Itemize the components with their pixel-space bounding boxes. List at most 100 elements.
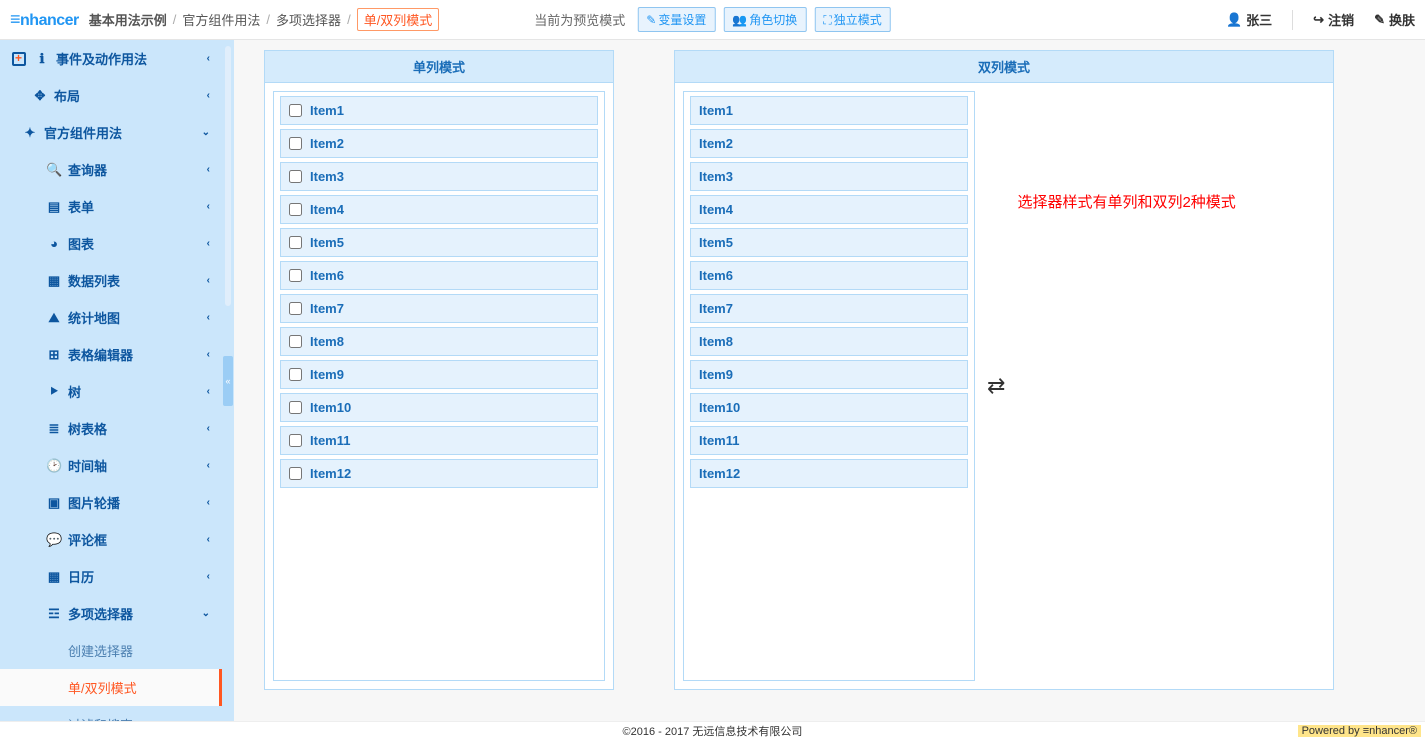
sidebar-item-comment[interactable]: 💬评论框‹ xyxy=(0,521,222,558)
multi-icon: ☲ xyxy=(46,606,62,622)
sidebar-sub-filter[interactable]: 过滤和搜索 xyxy=(0,706,222,721)
logo: ≡nhancer xyxy=(10,9,79,30)
list-item[interactable]: Item12 xyxy=(690,459,968,488)
sidebar-item-clock[interactable]: 🕑时间轴‹ xyxy=(0,447,222,484)
search-icon: 🔍 xyxy=(46,162,62,178)
item-checkbox[interactable] xyxy=(289,137,302,150)
list-item[interactable]: Item10 xyxy=(690,393,968,422)
chart-icon: ◕ xyxy=(46,236,62,251)
sidebar-item-treegrid[interactable]: ≣树表格‹ xyxy=(0,410,222,447)
sidebar-item-chart[interactable]: ◕图表‹ xyxy=(0,225,222,262)
list-item[interactable]: Item9 xyxy=(280,360,598,389)
item-checkbox[interactable] xyxy=(289,302,302,315)
sidebar-item-form[interactable]: ▤表单‹ xyxy=(0,188,222,225)
list-item[interactable]: Item12 xyxy=(280,459,598,488)
clock-icon: 🕑 xyxy=(46,458,62,474)
list-item[interactable]: Item1 xyxy=(690,96,968,125)
signout-icon: ↪ xyxy=(1313,12,1324,28)
swap-icon[interactable]: ⇄ xyxy=(987,373,1005,399)
sidebar-item-official[interactable]: ✦官方组件用法⌄ xyxy=(0,114,222,151)
sidebar-item-tree[interactable]: ⯈树‹ xyxy=(0,373,222,410)
list-item[interactable]: Item10 xyxy=(280,393,598,422)
list-item[interactable]: Item4 xyxy=(690,195,968,224)
item-checkbox[interactable] xyxy=(289,467,302,480)
list-item[interactable]: Item6 xyxy=(690,261,968,290)
collapse-handle[interactable]: « xyxy=(223,356,233,406)
footer: ©2016 - 2017 无远信息技术有限公司 Powered by ≡nhan… xyxy=(0,721,1425,739)
sidebar-item-list[interactable]: ▦数据列表‹ xyxy=(0,262,222,299)
item-checkbox[interactable] xyxy=(289,401,302,414)
sidebar: ℹ事件及动作用法‹ ✥布局‹ ✦官方组件用法⌄ 🔍查询器‹▤表单‹◕图表‹▦数据… xyxy=(0,40,222,721)
sidebar-sub-mode[interactable]: 单/双列模式 xyxy=(0,669,222,706)
chevron-left-icon: ‹ xyxy=(207,90,210,101)
info-icon: ℹ xyxy=(34,51,50,67)
magic-icon: ✎ xyxy=(1374,12,1385,28)
tree-icon: ⯈ xyxy=(46,384,62,400)
item-checkbox[interactable] xyxy=(289,236,302,249)
item-checkbox[interactable] xyxy=(289,335,302,348)
item-checkbox[interactable] xyxy=(289,368,302,381)
list-item[interactable]: Item2 xyxy=(690,129,968,158)
panel-header: 单列模式 xyxy=(265,51,613,83)
sidebar-item-layout[interactable]: ✥布局‹ xyxy=(0,77,222,114)
list-item[interactable]: Item8 xyxy=(690,327,968,356)
sidebar-item-grid[interactable]: ⊞表格编辑器‹ xyxy=(0,336,222,373)
list-item[interactable]: Item3 xyxy=(690,162,968,191)
fullscreen-icon: ⛶ xyxy=(823,13,831,27)
list-item[interactable]: Item7 xyxy=(690,294,968,323)
breadcrumb-l1[interactable]: 官方组件用法 xyxy=(182,10,260,29)
list-item[interactable]: Item9 xyxy=(690,360,968,389)
sidebar-item-events[interactable]: ℹ事件及动作用法‹ xyxy=(0,40,222,77)
splitter[interactable]: « xyxy=(222,40,234,721)
list-item[interactable]: Item5 xyxy=(690,228,968,257)
user-menu[interactable]: 👤张三 xyxy=(1226,10,1272,29)
list-item[interactable]: Item2 xyxy=(280,129,598,158)
double-column-panel: 双列模式 Item1 Item2 Item3 Item4 Item5 Item6 Item7… xyxy=(674,50,1334,690)
pencil-icon: ✎ xyxy=(646,13,656,27)
item-checkbox[interactable] xyxy=(289,104,302,117)
list-item[interactable]: Item3 xyxy=(280,162,598,191)
panel-header: 双列模式 xyxy=(675,51,1333,83)
chevron-left-icon: ‹ xyxy=(207,53,210,64)
variable-settings-button[interactable]: ✎变量设置 xyxy=(637,7,715,32)
single-listbox[interactable]: Item1 Item2 Item3 Item4 Item5 Item6 Item7 Item8… xyxy=(273,91,605,681)
list-item[interactable]: Item1 xyxy=(280,96,598,125)
double-listbox-left[interactable]: Item1 Item2 Item3 Item4 Item5 Item6 Item7 Item8… xyxy=(683,91,975,681)
breadcrumb: 基本用法示例 / 官方组件用法 / 多项选择器 / 单/双列模式 xyxy=(89,8,440,31)
poweredby-badge: Powered by ≡nhancer® xyxy=(1298,725,1421,737)
sidebar-item-multi[interactable]: ☲多项选择器⌄ xyxy=(0,595,222,632)
list-item[interactable]: Item6 xyxy=(280,261,598,290)
sidebar-item-map[interactable]: ⛰统计地图‹ xyxy=(0,299,222,336)
list-item[interactable]: Item8 xyxy=(280,327,598,356)
sidebar-item-search[interactable]: 🔍查询器‹ xyxy=(0,151,222,188)
item-checkbox[interactable] xyxy=(289,269,302,282)
group-icon: 👥 xyxy=(732,13,747,27)
skin-button[interactable]: ✎换肤 xyxy=(1374,10,1415,29)
item-checkbox[interactable] xyxy=(289,203,302,216)
list-item[interactable]: Item7 xyxy=(280,294,598,323)
list-item[interactable]: Item11 xyxy=(280,426,598,455)
sidebar-item-calendar[interactable]: ▦日历‹ xyxy=(0,558,222,595)
item-checkbox[interactable] xyxy=(289,434,302,447)
list-item[interactable]: Item5 xyxy=(280,228,598,257)
item-checkbox[interactable] xyxy=(289,170,302,183)
move-icon: ✥ xyxy=(32,88,48,104)
role-switch-button[interactable]: 👥角色切换 xyxy=(723,7,806,32)
sidebar-sub-create[interactable]: 创建选择器 xyxy=(0,632,222,669)
chevron-down-icon: ⌄ xyxy=(202,127,210,138)
sidebar-item-gallery[interactable]: ▣图片轮播‹ xyxy=(0,484,222,521)
list-icon: ▦ xyxy=(46,273,62,289)
logout-button[interactable]: ↪注销 xyxy=(1313,10,1354,29)
user-icon: 👤 xyxy=(1226,12,1242,28)
treegrid-icon: ≣ xyxy=(46,421,62,437)
breadcrumb-root[interactable]: 基本用法示例 xyxy=(89,10,167,29)
gallery-icon: ▣ xyxy=(46,495,62,511)
annotation-text: 选择器样式有单列和双列2种模式 xyxy=(1017,91,1257,216)
breadcrumb-active: 单/双列模式 xyxy=(357,8,440,31)
list-item[interactable]: Item4 xyxy=(280,195,598,224)
standalone-mode-button[interactable]: ⛶独立模式 xyxy=(814,7,890,32)
list-item[interactable]: Item11 xyxy=(690,426,968,455)
breadcrumb-l2[interactable]: 多项选择器 xyxy=(276,10,341,29)
preview-mode-label: 当前为预览模式 xyxy=(534,10,625,29)
expand-icon xyxy=(12,52,26,66)
